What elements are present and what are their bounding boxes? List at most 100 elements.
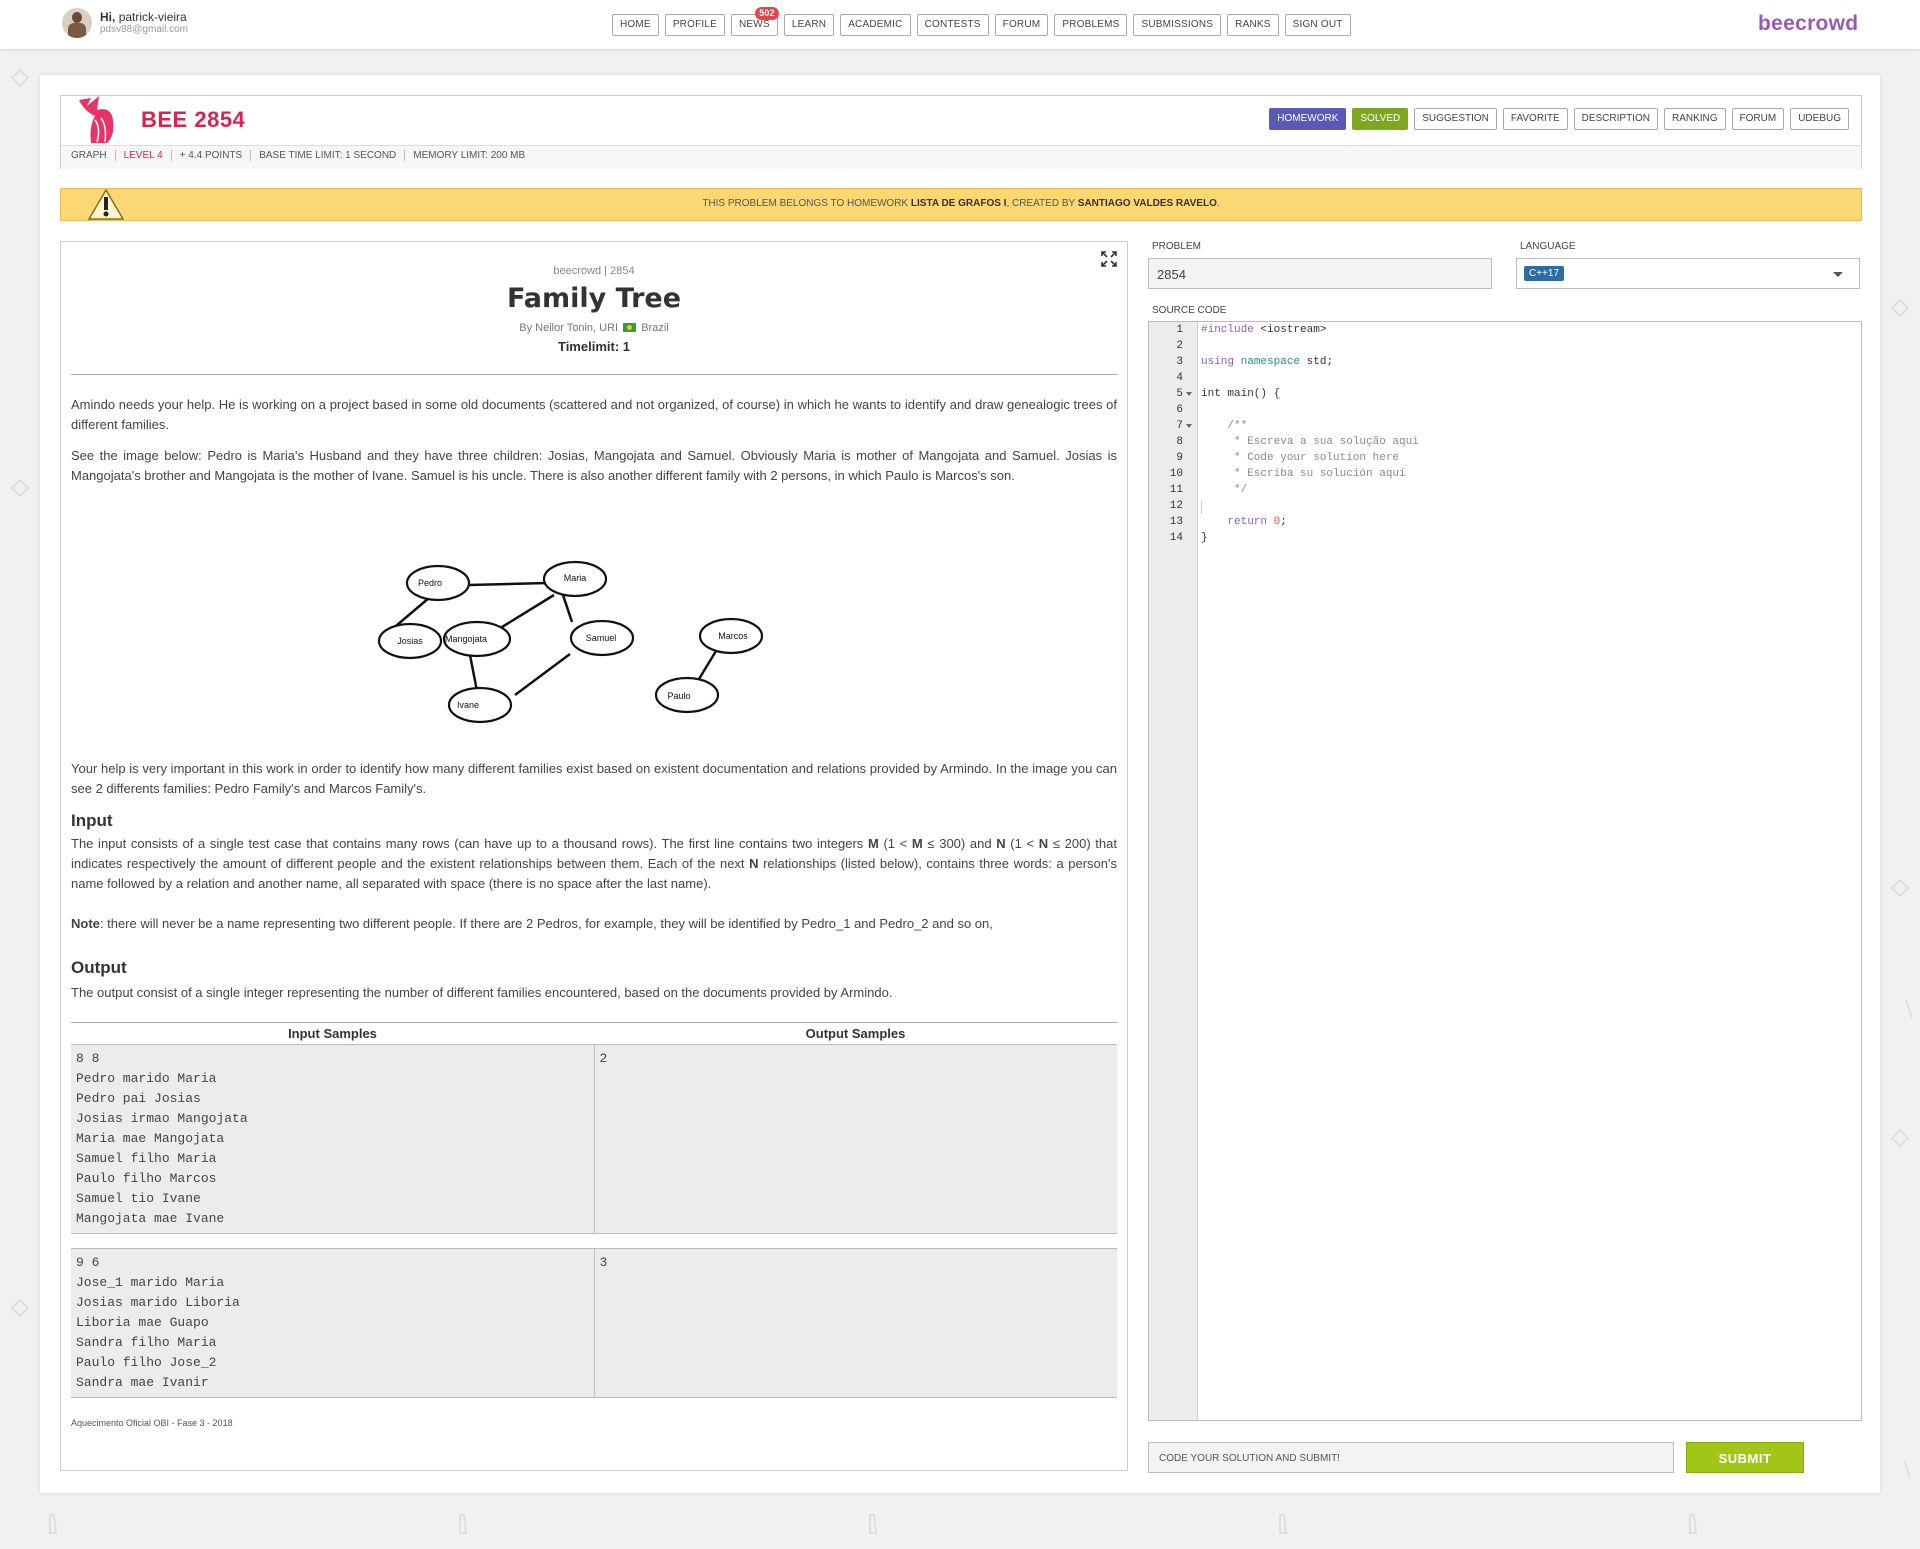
problem-author: By Neilor Tonin, URI Brazil [519,322,669,334]
code-line: * Escreva a sua solução aqui [1201,436,1419,448]
bee-illustration-icon [79,96,114,143]
sample-1-input[interactable]: 8 8 Pedro marido Maria Pedro pai Josias … [71,1045,595,1233]
sample-2: 9 6 Jose_1 marido Maria Josias marido Li… [71,1248,1117,1398]
divider [71,374,1117,375]
nav-ranks[interactable]: RANKS [1227,14,1279,36]
problem-paragraph-1: Amindo needs your help. He is working on… [71,397,1117,432]
problem-category[interactable]: GRAPH [71,150,115,161]
code-line: * Escriba su solución aquí [1201,468,1406,480]
problem-origin: Aquecimento Oficial OBI - Fase 3 - 2018 [71,1418,233,1428]
line-number-gutter: 1 2 3 4 5 6 7 8 9 10 11 12 13 14 [1149,322,1198,1420]
nav-academic[interactable]: ACADEMIC [840,14,911,36]
notice-text: This problem belongs to homework LISTA D… [702,198,1220,209]
source-code-label: SOURCE CODE [1152,305,1227,316]
nav-news-label: NEWS [739,19,770,30]
line-number: 6 [1176,404,1183,416]
creator-name[interactable]: SANTIAGO VALDES RAVELO [1078,198,1217,209]
graph-node-label: Marcos [718,631,748,641]
note-text: Note: there will never be a name represe… [71,916,993,931]
graph-node-label: Maria [564,573,587,583]
nav-sign-out[interactable]: SIGN OUT [1284,14,1351,36]
submit-message: CODE YOUR SOLUTION AND SUBMIT! [1148,1442,1674,1473]
sample-2-output[interactable]: 3 [595,1249,1118,1397]
problem-paragraph-2: See the image below: Pedro is Maria's Hu… [71,448,1117,483]
homework-link[interactable]: LISTA DE GRAFOS I [911,198,1007,209]
username: Hi, patrick-vieira [100,10,187,24]
beecrowd-logo[interactable]: beecrowd [1758,12,1858,36]
problem-points: + 4.4 POINTS [170,150,251,161]
language-label: LANGUAGE [1520,241,1576,252]
line-number: 2 [1176,340,1183,352]
problem-label: PROBLEM [1152,241,1201,252]
solved-button[interactable]: SOLVED [1352,108,1409,130]
line-number-fold[interactable]: 5 [1149,386,1197,402]
input-description: The input consists of a single test case… [71,836,1117,891]
brazil-flag-icon [623,323,637,332]
graph-node-label: Ivane [457,700,479,710]
chevron-down-icon [1833,272,1843,277]
problem-paragraph-3: Your help is very important in this work… [71,761,1117,796]
output-heading: Output [71,958,127,977]
top-navbar: Hi, patrick-vieira pdsv88@gmail.com HOME… [0,0,1920,49]
problem-description-panel: beecrowd | 2854 Family Tree By Neilor To… [60,241,1128,1471]
line-number: 3 [1176,356,1183,368]
nav-news[interactable]: NEWS 502 [731,7,779,36]
code-line: int main() { [1201,388,1281,400]
output-description: The output consist of a single integer r… [71,985,893,1000]
user-email: pdsv88@gmail.com [100,24,188,35]
graph-node-label: Pedro [418,578,442,588]
graph-node-label: Samuel [586,633,617,643]
graph-node-label: Mangojata [445,634,487,644]
code-content[interactable]: #include <iostream> using namespace std;… [1201,322,1419,546]
description-button[interactable]: DESCRIPTION [1573,108,1658,130]
user-info[interactable]: Hi, patrick-vieira pdsv88@gmail.com [62,8,188,38]
nav-home[interactable]: HOME [612,14,659,36]
favorite-button[interactable]: FAVORITE [1502,108,1568,130]
samples-header: Input Samples Output Samples [71,1022,1117,1044]
nav-submissions[interactable]: SUBMISSIONS [1133,14,1222,36]
suggestion-button[interactable]: SUGGESTION [1414,108,1497,130]
code-line: return 0; [1227,516,1287,528]
input-heading: Input [71,811,113,830]
nav-profile[interactable]: PROFILE [664,14,726,36]
nav-learn[interactable]: LEARN [783,14,835,36]
input-samples-header: Input Samples [288,1026,377,1041]
forum-button[interactable]: FORUM [1731,108,1785,130]
text-cursor [1201,500,1202,514]
problem-input[interactable]: 2854 [1148,258,1492,289]
problem-code: BEE 2854 [141,107,246,132]
code-line: * Code your solution here [1201,452,1400,464]
udebug-button[interactable]: UDEBUG [1790,108,1849,130]
problem-title: Family Tree [506,283,682,314]
ranking-button[interactable]: RANKING [1663,108,1726,130]
sample-1-output[interactable]: 2 [595,1045,1118,1233]
main-menu: HOME PROFILE NEWS 502 LEARN ACADEMIC CONT… [612,7,1357,36]
code-line: using namespace std; [1201,356,1334,368]
graph-node-label: Paulo [667,691,690,701]
graph-node-label: Josias [397,636,423,646]
code-editor[interactable]: 1 2 3 4 5 6 7 8 9 10 11 12 13 14 #includ… [1148,321,1862,1421]
line-number: 8 [1176,436,1183,448]
line-number-fold[interactable]: 7 [1149,418,1197,434]
line-number: 9 [1176,452,1183,464]
line-number: 12 [1169,500,1183,512]
problem-actions: HOMEWORK SOLVED SUGGESTION FAVORITE DESC… [1263,108,1849,130]
avatar[interactable] [62,8,92,38]
submit-button[interactable]: SUBMIT [1686,1442,1804,1473]
homework-notice: This problem belongs to homework LISTA D… [60,188,1862,221]
sample-1: 8 8 Pedro marido Maria Pedro pai Josias … [71,1044,1117,1234]
nav-contests[interactable]: CONTESTS [916,14,989,36]
problem-source: beecrowd | 2854 [553,265,635,277]
language-select[interactable]: C++17 [1516,258,1860,289]
code-line: } [1201,532,1208,544]
sample-2-input[interactable]: 9 6 Jose_1 marido Maria Josias marido Li… [71,1249,595,1397]
code-line: #include <iostream> [1201,324,1327,336]
line-number: 4 [1176,372,1183,384]
nav-forum[interactable]: FORUM [994,14,1049,36]
line-number: 10 [1169,468,1183,480]
homework-button[interactable]: HOMEWORK [1269,108,1347,130]
nav-problems[interactable]: PROBLEMS [1054,14,1128,36]
